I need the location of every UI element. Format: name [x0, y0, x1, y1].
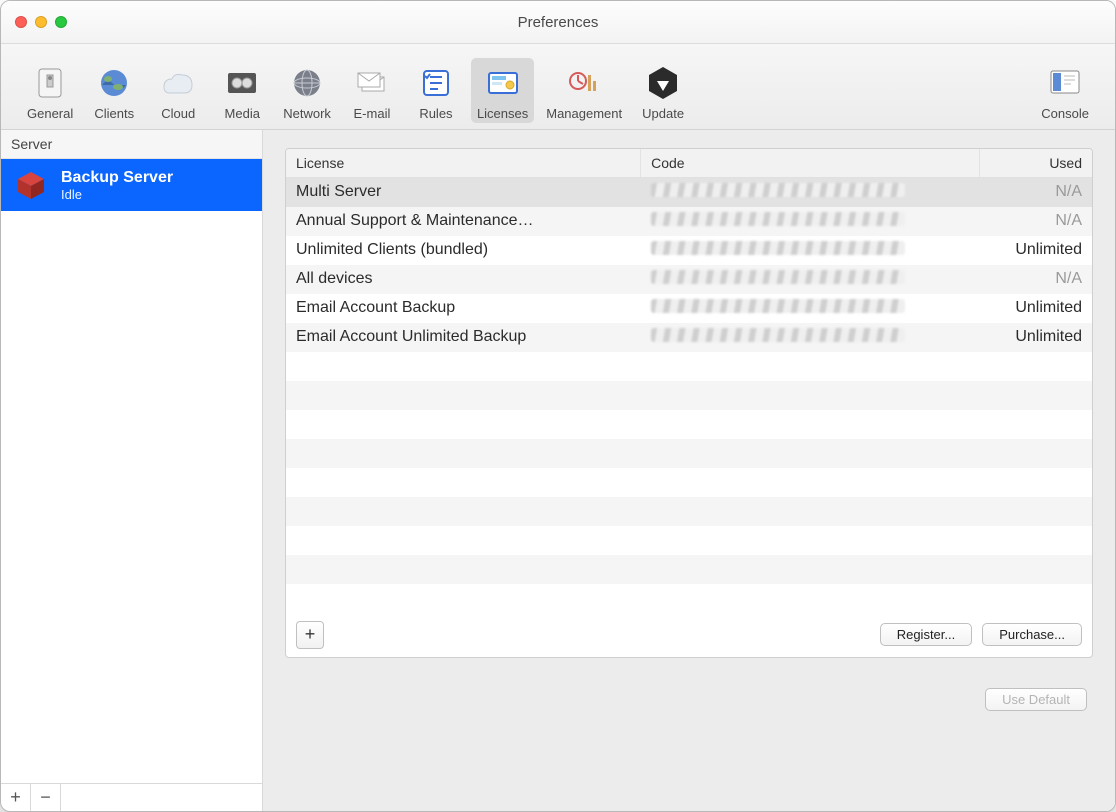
- cell-used: Unlimited: [979, 236, 1092, 265]
- add-license-button[interactable]: +: [296, 621, 324, 649]
- col-code[interactable]: Code: [641, 149, 980, 178]
- window-title: Preferences: [1, 14, 1115, 31]
- toolbar-label: Cloud: [161, 106, 195, 121]
- cell-used: Unlimited: [979, 294, 1092, 323]
- table-row-empty: [286, 410, 1092, 439]
- toolbar-item-licenses[interactable]: Licenses: [471, 58, 534, 123]
- table-row[interactable]: Unlimited Clients (bundled) Unlimited: [286, 236, 1092, 265]
- toolbar-item-cloud[interactable]: Cloud: [149, 58, 207, 123]
- cell-code: [641, 178, 980, 207]
- col-used[interactable]: Used: [979, 149, 1092, 178]
- cell-used: N/A: [979, 178, 1092, 207]
- email-icon: [349, 62, 395, 104]
- cloud-icon: [155, 62, 201, 104]
- table-row-empty: [286, 526, 1092, 555]
- cell-license: All devices: [286, 265, 641, 294]
- cell-code: [641, 265, 980, 294]
- table-row[interactable]: Annual Support & Maintenance… N/A: [286, 207, 1092, 236]
- toolbar-label: Network: [283, 106, 331, 121]
- toolbar-main-group: General Clients Cloud Media Network E-mail Rul…: [21, 58, 692, 123]
- sidebar-fill: [1, 211, 262, 783]
- table-row-empty: [286, 497, 1092, 526]
- toolbar: General Clients Cloud Media Network E-mail Rul…: [1, 44, 1115, 130]
- cell-code: [641, 323, 980, 352]
- table-row[interactable]: Email Account Backup Unlimited: [286, 294, 1092, 323]
- license-table: License Code Used Multi ServerN/AAnnual …: [286, 149, 1092, 613]
- sidebar-remove-button[interactable]: −: [31, 784, 61, 811]
- table-row[interactable]: Multi Server N/A: [286, 178, 1092, 207]
- toolbar-label: Media: [225, 106, 260, 121]
- table-row-empty: [286, 352, 1092, 381]
- sidebar-heading: Server: [1, 130, 262, 159]
- toolbar-item-email[interactable]: E-mail: [343, 58, 401, 123]
- panel-bottom-bar: + Register... Purchase...: [286, 613, 1092, 657]
- table-row[interactable]: Email Account Unlimited Backup Unlimited: [286, 323, 1092, 352]
- cell-code: [641, 207, 980, 236]
- toolbar-label: Update: [642, 106, 684, 121]
- toolbar-item-clients[interactable]: Clients: [85, 58, 143, 123]
- toolbar-item-rules[interactable]: Rules: [407, 58, 465, 123]
- management-icon: [561, 62, 607, 104]
- cell-code: [641, 294, 980, 323]
- toolbar-item-general[interactable]: General: [21, 58, 79, 123]
- network-icon: [284, 62, 330, 104]
- sidebar-add-button[interactable]: +: [1, 784, 31, 811]
- sidebar-item-server[interactable]: Backup Server Idle: [1, 159, 262, 211]
- toolbar-label: Licenses: [477, 106, 528, 121]
- table-row-empty: [286, 381, 1092, 410]
- preferences-window: Preferences General Clients Cloud Media Netw…: [0, 0, 1116, 812]
- cell-license: Annual Support & Maintenance…: [286, 207, 641, 236]
- table-row-empty: [286, 439, 1092, 468]
- main-footer: Use Default: [285, 658, 1093, 721]
- cell-used: Unlimited: [979, 323, 1092, 352]
- toolbar-label: General: [27, 106, 73, 121]
- general-icon: [27, 62, 73, 104]
- server-status: Idle: [61, 187, 173, 202]
- toolbar-item-management[interactable]: Management: [540, 58, 628, 123]
- cell-used: N/A: [979, 265, 1092, 294]
- use-default-button[interactable]: Use Default: [985, 688, 1087, 711]
- cell-license: Unlimited Clients (bundled): [286, 236, 641, 265]
- server-cube-icon: [13, 167, 49, 203]
- cell-code: [641, 236, 980, 265]
- cell-license: Email Account Unlimited Backup: [286, 323, 641, 352]
- update-icon: [640, 62, 686, 104]
- cell-license: Email Account Backup: [286, 294, 641, 323]
- server-text: Backup Server Idle: [61, 169, 173, 202]
- body: Server Backup Server Idle + −: [1, 130, 1115, 811]
- toolbar-label: Console: [1041, 106, 1089, 121]
- toolbar-label: Management: [546, 106, 622, 121]
- server-name: Backup Server: [61, 169, 173, 187]
- cell-license: Multi Server: [286, 178, 641, 207]
- toolbar-label: Clients: [94, 106, 134, 121]
- license-table-wrap: License Code Used Multi ServerN/AAnnual …: [286, 149, 1092, 613]
- toolbar-item-console[interactable]: Console: [1035, 58, 1095, 123]
- table-row-empty: [286, 555, 1092, 584]
- rules-icon: [413, 62, 459, 104]
- col-license[interactable]: License: [286, 149, 641, 178]
- toolbar-item-media[interactable]: Media: [213, 58, 271, 123]
- table-row[interactable]: All devices N/A: [286, 265, 1092, 294]
- sidebar-footer: + −: [1, 783, 262, 811]
- cell-used: N/A: [979, 207, 1092, 236]
- toolbar-right-group: Console: [1035, 58, 1095, 123]
- register-button[interactable]: Register...: [880, 623, 973, 646]
- sidebar: Server Backup Server Idle + −: [1, 130, 263, 811]
- main-area: License Code Used Multi ServerN/AAnnual …: [263, 130, 1115, 811]
- media-icon: [219, 62, 265, 104]
- clients-icon: [91, 62, 137, 104]
- licenses-icon: [480, 62, 526, 104]
- console-icon: [1042, 62, 1088, 104]
- toolbar-label: E-mail: [354, 106, 391, 121]
- table-row-empty: [286, 584, 1092, 613]
- purchase-button[interactable]: Purchase...: [982, 623, 1082, 646]
- toolbar-item-network[interactable]: Network: [277, 58, 337, 123]
- table-row-empty: [286, 468, 1092, 497]
- toolbar-label: Rules: [419, 106, 452, 121]
- titlebar: Preferences: [1, 1, 1115, 44]
- license-panel: License Code Used Multi ServerN/AAnnual …: [285, 148, 1093, 658]
- toolbar-item-update[interactable]: Update: [634, 58, 692, 123]
